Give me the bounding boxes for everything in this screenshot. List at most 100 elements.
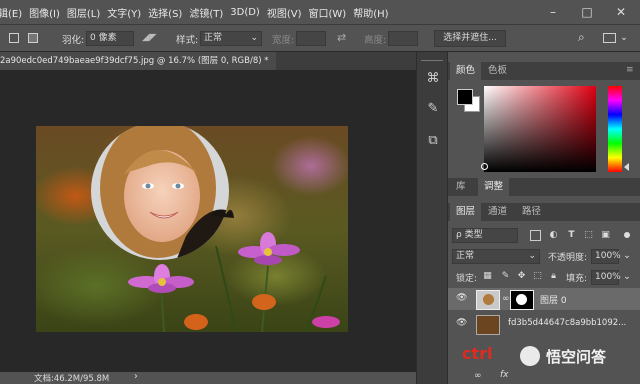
layer-name[interactable]: fd3b5d44647c8a9bb1092... xyxy=(508,318,626,328)
tab-paths[interactable]: 路径 xyxy=(516,203,547,221)
menu-3d[interactable]: 3D(D) xyxy=(230,7,260,18)
width-input[interactable] xyxy=(296,31,326,46)
status-bar: 文档:46.2M/95.8M › xyxy=(0,371,416,384)
fill-arrow-icon[interactable]: ⌄ xyxy=(623,271,631,282)
watermark: ctrl 悟空问答 xyxy=(462,342,640,372)
panel-menu-icon[interactable]: ≡ xyxy=(626,65,634,75)
filter-type-icon[interactable]: T xyxy=(566,230,577,241)
tab-libraries[interactable]: 库 xyxy=(450,178,472,196)
filter-adjustment-icon[interactable]: ◐ xyxy=(548,230,559,241)
width-label: 宽度: xyxy=(272,35,295,46)
options-bar: 羽化: 0 像素 ◢◤ 样式: 正常 ⌄ 宽度: ⇄ 高度: 选择并遮住... … xyxy=(0,24,640,52)
document-tab[interactable]: 2a90edc0ed749baeae9f39dcf75.jpg @ 16.7% … xyxy=(0,52,276,70)
clone-source-icon[interactable]: ⧉ xyxy=(424,132,442,150)
minimize-button[interactable]: – xyxy=(536,0,570,24)
link-icon[interactable]: ∞ xyxy=(502,294,510,304)
opacity-label: 不透明度: xyxy=(548,253,588,263)
menu-type[interactable]: 文字(Y) xyxy=(107,5,141,20)
document-canvas-image[interactable] xyxy=(36,126,348,332)
layer-filter-value: ρ 类型 xyxy=(456,230,483,240)
document-size: 文档:46.2M/95.8M xyxy=(34,374,110,384)
lock-position-icon[interactable]: ✥ xyxy=(516,271,527,282)
history-icon[interactable]: ⌘ xyxy=(424,70,442,88)
menu-image[interactable]: 图像(I) xyxy=(29,5,60,20)
fill-label: 填充: xyxy=(566,274,588,284)
tab-color[interactable]: 颜色 xyxy=(450,62,482,80)
picker-cursor[interactable] xyxy=(481,163,488,170)
layer-filter-select[interactable]: ρ 类型 xyxy=(452,228,518,243)
chevron-down-icon: ⌄ xyxy=(250,33,258,43)
filter-pixel-icon[interactable] xyxy=(530,230,541,241)
height-input[interactable] xyxy=(388,31,418,46)
layer-thumbnail xyxy=(476,290,500,310)
layer-row[interactable]: 👁︎ fd3b5d44647c8a9bb1092... xyxy=(448,313,640,335)
feather-input[interactable]: 0 像素 xyxy=(86,31,134,46)
tab-swatches[interactable]: 色板 xyxy=(482,62,513,80)
menu-window[interactable]: 窗口(W) xyxy=(309,5,347,20)
foreground-color-swatch[interactable] xyxy=(457,89,473,105)
hue-slider-handle[interactable] xyxy=(624,163,629,171)
select-mask-button[interactable]: 选择并遮住... xyxy=(434,30,506,47)
tab-channels[interactable]: 通道 xyxy=(482,203,513,221)
menu-help[interactable]: 帮助(H) xyxy=(353,5,388,20)
opacity-arrow-icon[interactable]: ⌄ xyxy=(623,250,631,261)
layers-panel-tabs: 图层 通道 路径 xyxy=(448,203,640,221)
status-arrow-icon[interactable]: › xyxy=(134,371,138,382)
lock-all-icon[interactable]: 🔒︎ xyxy=(548,271,559,282)
menu-filter[interactable]: 滤镜(T) xyxy=(189,5,223,20)
feather-label: 羽化: xyxy=(62,35,85,46)
chevron-down-icon: ⌄ xyxy=(528,251,536,261)
flower-right xyxy=(238,232,300,332)
close-button[interactable]: ✕ xyxy=(604,0,638,24)
new-selection-icon[interactable] xyxy=(9,33,19,43)
color-picker-field[interactable] xyxy=(481,86,596,172)
lock-image-icon[interactable]: ✎ xyxy=(500,271,511,282)
add-selection-icon[interactable] xyxy=(28,33,38,43)
maximize-button[interactable]: □ xyxy=(570,0,604,24)
thumb-portrait xyxy=(483,294,494,305)
style-select[interactable]: 正常 ⌄ xyxy=(200,31,262,46)
brush-settings-icon[interactable]: ✎ xyxy=(424,100,442,118)
opacity-input[interactable]: 100% xyxy=(591,249,621,264)
lock-transparent-icon[interactable]: ▦ xyxy=(482,271,493,282)
anti-alias-icon[interactable]: ◢◤ xyxy=(142,32,157,43)
fill-input[interactable]: 100% xyxy=(591,270,621,285)
visibility-eye-icon[interactable]: 👁︎ xyxy=(456,318,467,328)
blend-mode-value: 正常 xyxy=(456,251,475,261)
filter-smart-object-icon[interactable]: ▣ xyxy=(600,230,611,241)
filter-toggle-icon[interactable] xyxy=(624,232,630,238)
strip-grip xyxy=(421,60,443,61)
panel-layout-icon[interactable] xyxy=(603,33,616,43)
menu-layer[interactable]: 图层(L) xyxy=(67,5,100,20)
menu-bar: 辑(E) 图像(I) 图层(L) 文字(Y) 选择(S) 滤镜(T) 3D(D)… xyxy=(0,0,640,24)
search-icon[interactable]: ⌕ xyxy=(578,30,585,45)
layer-thumbnail xyxy=(476,315,500,335)
blend-mode-select[interactable]: 正常 ⌄ xyxy=(452,249,540,264)
tab-adjustments[interactable]: 调整 xyxy=(478,178,510,196)
style-label: 样式: xyxy=(176,35,199,46)
tab-layers[interactable]: 图层 xyxy=(450,203,482,221)
wukong-logo-icon xyxy=(520,346,540,366)
photo-illustration xyxy=(91,126,340,332)
layer-name[interactable]: 图层 0 xyxy=(540,293,567,306)
menu-select[interactable]: 选择(S) xyxy=(148,5,182,20)
menu-view[interactable]: 视图(V) xyxy=(267,5,302,20)
tab-bar-empty xyxy=(276,52,416,70)
panel-icon-strip: ⌘ ✎ ⧉ xyxy=(416,52,448,384)
height-label: 高度: xyxy=(364,35,387,46)
lock-artboard-icon[interactable]: ⬚ xyxy=(532,271,543,282)
menu-edit[interactable]: 辑(E) xyxy=(0,5,22,20)
library-panel-tabs: 库 调整 xyxy=(448,178,640,196)
swap-icon[interactable]: ⇄ xyxy=(337,31,346,44)
visibility-eye-icon[interactable]: 👁︎ xyxy=(456,293,467,303)
layer-mask-thumbnail[interactable] xyxy=(510,290,534,310)
link-layers-icon[interactable]: ∞ xyxy=(474,371,482,381)
chevron-down-icon[interactable]: ⌄ xyxy=(620,32,628,43)
style-value: 正常 xyxy=(204,33,223,43)
lock-label: 锁定: xyxy=(456,274,478,284)
hue-slider[interactable] xyxy=(608,86,622,172)
watermark-text: 悟空问答 xyxy=(546,348,607,366)
filter-shape-icon[interactable]: ⬚ xyxy=(583,230,594,241)
document-tab-title: 2a90edc0ed749baeae9f39dcf75.jpg @ 16.7% … xyxy=(0,56,269,66)
layer-row[interactable]: 👁︎ ∞ 图层 0 xyxy=(448,288,640,310)
